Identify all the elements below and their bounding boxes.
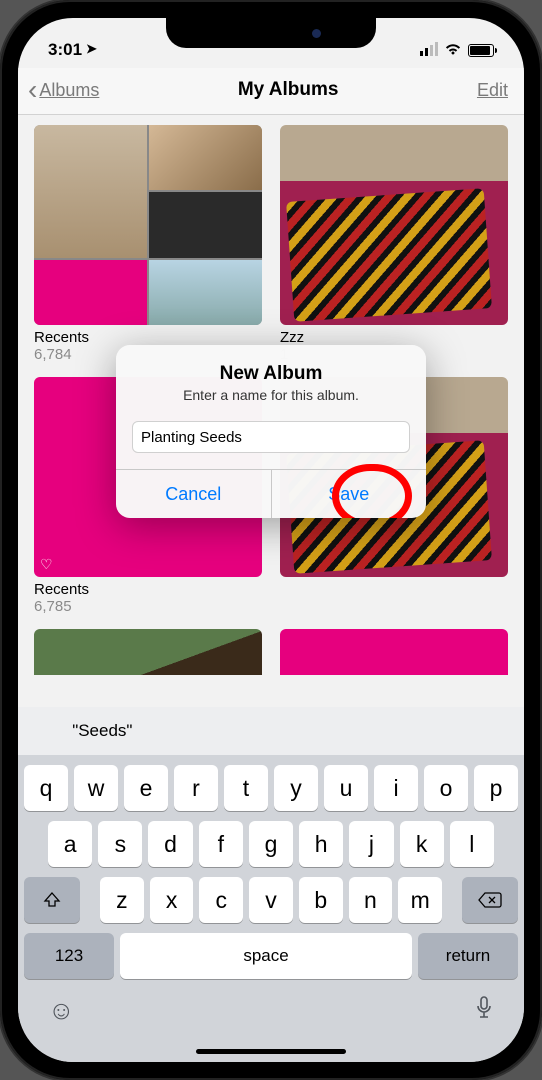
key-w[interactable]: w — [74, 765, 118, 811]
key-o[interactable]: o — [424, 765, 468, 811]
key-l[interactable]: l — [450, 821, 494, 867]
album-grid-content: Recents 6,784 Zzz 1 Recents 6,785 — [18, 115, 524, 675]
save-button[interactable]: Save — [271, 470, 427, 518]
key-h[interactable]: h — [299, 821, 343, 867]
cancel-button[interactable]: Cancel — [116, 470, 271, 518]
home-indicator[interactable] — [196, 1049, 346, 1054]
return-key[interactable]: return — [418, 933, 518, 979]
key-u[interactable]: u — [324, 765, 368, 811]
chevron-left-icon: ‹ — [28, 76, 37, 104]
key-j[interactable]: j — [349, 821, 393, 867]
battery-icon — [468, 44, 494, 57]
key-q[interactable]: q — [24, 765, 68, 811]
key-g[interactable]: g — [249, 821, 293, 867]
key-b[interactable]: b — [299, 877, 343, 923]
key-k[interactable]: k — [400, 821, 444, 867]
key-f[interactable]: f — [199, 821, 243, 867]
key-p[interactable]: p — [474, 765, 518, 811]
location-icon: ➤ — [86, 41, 97, 57]
key-y[interactable]: y — [274, 765, 318, 811]
nav-bar: ‹ Albums My Albums Edit — [18, 68, 524, 115]
space-key[interactable]: space — [120, 933, 412, 979]
dictation-key[interactable] — [474, 995, 494, 1028]
key-c[interactable]: c — [199, 877, 243, 923]
device-notch — [166, 18, 376, 48]
numbers-key[interactable]: 123 — [24, 933, 114, 979]
dialog-message: Enter a name for this album. — [134, 387, 408, 403]
key-e[interactable]: e — [124, 765, 168, 811]
keyboard: "Seeds" q w e r t y u i o p a s d f — [18, 707, 524, 1062]
key-m[interactable]: m — [398, 877, 442, 923]
back-label: Albums — [39, 80, 99, 101]
key-v[interactable]: v — [249, 877, 293, 923]
dialog-title: New Album — [134, 363, 408, 385]
status-time: 3:01 — [48, 40, 82, 60]
page-title: My Albums — [238, 79, 339, 101]
key-t[interactable]: t — [224, 765, 268, 811]
edit-button[interactable]: Edit — [477, 80, 508, 101]
album-name-input[interactable] — [132, 421, 410, 453]
key-z[interactable]: z — [100, 877, 144, 923]
modal-backdrop: New Album Enter a name for this album. C… — [18, 115, 524, 675]
key-x[interactable]: x — [150, 877, 194, 923]
new-album-dialog: New Album Enter a name for this album. C… — [116, 345, 426, 518]
key-i[interactable]: i — [374, 765, 418, 811]
emoji-key[interactable]: ☺ — [48, 995, 75, 1028]
key-a[interactable]: a — [48, 821, 92, 867]
back-button[interactable]: ‹ Albums — [28, 76, 99, 104]
wifi-icon — [444, 40, 462, 60]
key-n[interactable]: n — [349, 877, 393, 923]
shift-key[interactable] — [24, 877, 80, 923]
key-s[interactable]: s — [98, 821, 142, 867]
backspace-key[interactable] — [462, 877, 518, 923]
suggestion[interactable]: "Seeds" — [18, 721, 187, 741]
key-r[interactable]: r — [174, 765, 218, 811]
cellular-icon — [420, 44, 438, 56]
key-d[interactable]: d — [148, 821, 192, 867]
suggestion-bar: "Seeds" — [18, 707, 524, 755]
